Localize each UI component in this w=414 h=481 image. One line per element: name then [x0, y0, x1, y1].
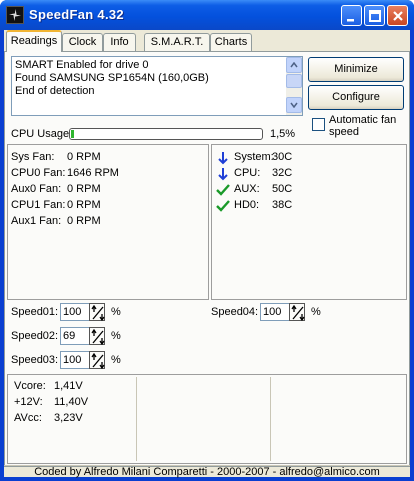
- percent-sign: %: [111, 354, 121, 366]
- scroll-down-button[interactable]: [286, 97, 302, 113]
- cpu-usage-bar: [69, 128, 263, 140]
- fan-name: CPU1 Fan:: [11, 199, 66, 211]
- log-line: SMART Enabled for drive 0: [15, 59, 149, 71]
- arrow-down-icon: [218, 152, 228, 165]
- speed01-spinner[interactable]: [89, 303, 105, 321]
- chevron-down-icon: [290, 102, 298, 108]
- temp-value: 30C: [272, 151, 293, 163]
- fan-name: Sys Fan:: [11, 151, 55, 163]
- fan-icon[interactable]: [6, 6, 24, 24]
- speed02-label: Speed02:: [11, 330, 59, 342]
- speed04-spinner[interactable]: [289, 303, 305, 321]
- cpu-usage-label: CPU Usage: [11, 128, 70, 140]
- temperatures-box: System: 30C CPU: 32C AUX: 50C HD0: 38C: [211, 144, 407, 300]
- percent-sign: %: [111, 330, 121, 342]
- chevron-up-icon: [290, 62, 298, 68]
- temp-value: 50C: [272, 183, 293, 195]
- fans-box: Sys Fan: 0 RPM CPU0 Fan: 1646 RPM Aux0 F…: [7, 144, 209, 300]
- voltage-name: AVcc:: [14, 412, 42, 424]
- window-title: SpeedFan 4.32: [29, 7, 124, 22]
- checkmark-icon: [216, 184, 230, 196]
- speedfan-window: SpeedFan 4.32 Readings Clock Info S.M.A.…: [0, 0, 414, 481]
- fan-value: 0 RPM: [67, 215, 101, 227]
- voltage-value: 3,23V: [54, 412, 83, 424]
- speed01-input[interactable]: 100: [60, 303, 90, 321]
- tab-info[interactable]: Info: [103, 33, 136, 51]
- cpu-usage-value: 1,5%: [270, 128, 296, 140]
- fan-name: Aux1 Fan:: [11, 215, 62, 227]
- temp-name: HD0:: [234, 199, 260, 211]
- spinner-arrows-icon: [91, 353, 105, 369]
- speed03-input[interactable]: 100: [60, 351, 90, 369]
- readings-panel: SMART Enabled for drive 0 Found SAMSUNG …: [4, 51, 410, 467]
- voltage-name: +12V:: [14, 396, 43, 408]
- percent-sign: %: [311, 306, 321, 318]
- voltages-box: Vcore: 1,41V +12V: 11,40V AVcc: 3,23V: [7, 374, 407, 464]
- voltage-value: 1,41V: [54, 380, 83, 392]
- fan-name: CPU0 Fan:: [11, 167, 66, 179]
- divider: [136, 377, 137, 461]
- log-line: Found SAMSUNG SP1654N (160,0GB): [15, 72, 209, 84]
- log-line: End of detection: [15, 85, 95, 97]
- fan-value: 0 RPM: [67, 151, 101, 163]
- maximize-window-button[interactable]: [364, 5, 385, 26]
- speed01-label: Speed01:: [11, 306, 59, 318]
- close-window-button[interactable]: [387, 5, 408, 26]
- fan-value: 0 RPM: [67, 199, 101, 211]
- tab-strip: Readings Clock Info S.M.A.R.T. Charts: [4, 30, 410, 52]
- automatic-fan-speed-label: Automatic fan speed: [329, 114, 397, 138]
- close-icon: [393, 11, 403, 21]
- detection-log[interactable]: SMART Enabled for drive 0 Found SAMSUNG …: [11, 56, 303, 116]
- temp-value: 32C: [272, 167, 293, 179]
- voltage-name: Vcore:: [14, 380, 46, 392]
- minimize-window-button[interactable]: [341, 5, 362, 26]
- fan-name: Aux0 Fan:: [11, 183, 62, 195]
- checkmark-icon: [216, 200, 230, 212]
- speed03-label: Speed03:: [11, 354, 59, 366]
- divider: [270, 377, 271, 461]
- temp-value: 38C: [272, 199, 293, 211]
- spinner-arrows-icon: [91, 305, 105, 321]
- minimize-button[interactable]: Minimize: [308, 57, 404, 82]
- speed04-input[interactable]: 100: [260, 303, 290, 321]
- scroll-thumb[interactable]: [286, 74, 302, 88]
- speed02-input[interactable]: 69: [60, 327, 90, 345]
- tab-smart[interactable]: S.M.A.R.T.: [144, 33, 210, 51]
- percent-sign: %: [111, 306, 121, 318]
- tab-charts[interactable]: Charts: [210, 33, 252, 51]
- spinner-arrows-icon: [91, 329, 105, 345]
- tab-readings[interactable]: Readings: [6, 30, 62, 52]
- client-area: Readings Clock Info S.M.A.R.T. Charts SM…: [4, 30, 410, 478]
- status-bar-credits: Coded by Alfredo Milani Comparetti - 200…: [4, 465, 410, 478]
- minimize-icon: [347, 19, 354, 22]
- configure-button[interactable]: Configure: [308, 85, 404, 110]
- arrow-down-icon: [218, 168, 228, 181]
- automatic-fan-speed-checkbox[interactable]: [312, 118, 325, 131]
- speed03-spinner[interactable]: [89, 351, 105, 369]
- fan-value: 0 RPM: [67, 183, 101, 195]
- speed02-spinner[interactable]: [89, 327, 105, 345]
- spinner-arrows-icon: [291, 305, 305, 321]
- temp-name: AUX:: [234, 183, 260, 195]
- voltage-value: 11,40V: [54, 396, 89, 408]
- tab-clock[interactable]: Clock: [62, 33, 103, 51]
- scroll-up-button[interactable]: [286, 57, 302, 73]
- maximize-icon: [369, 10, 381, 22]
- cpu-usage-fill: [71, 130, 74, 138]
- title-bar[interactable]: SpeedFan 4.32: [0, 0, 414, 30]
- speed04-label: Speed04:: [211, 306, 259, 318]
- fan-value: 1646 RPM: [67, 167, 119, 179]
- temp-name: System:: [234, 151, 274, 163]
- log-scrollbar[interactable]: [286, 57, 302, 115]
- temp-name: CPU:: [234, 167, 261, 179]
